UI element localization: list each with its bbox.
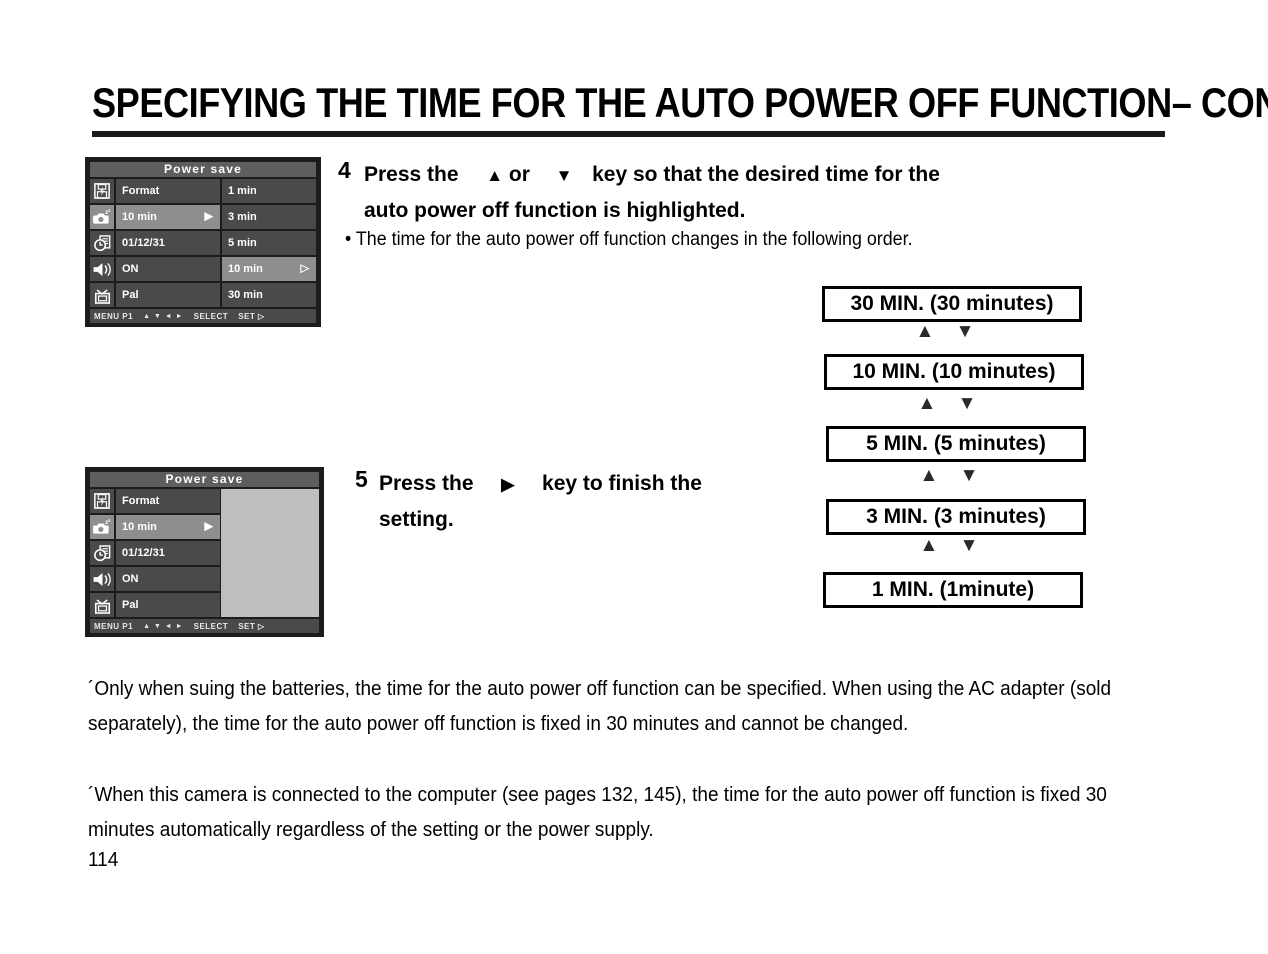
title-divider [92, 131, 1165, 137]
lcd2-title: Power save [90, 472, 319, 487]
lcd2-row0-left[interactable]: Format [115, 488, 221, 514]
flow-connector-1-icon: ▲ ▼ [915, 321, 983, 342]
lcd1-row3-right-label: 10 min [228, 263, 263, 275]
lcd2-status-select: SELECT [193, 621, 229, 631]
lcd2-row2-left[interactable]: 01/12/31 [115, 540, 221, 566]
step4-line1: Press the ▲ or ▼ key so that the desired… [364, 157, 940, 194]
lcd2-left-column: Format 10 min ▶ 01/12/31 ON Pal [115, 488, 221, 618]
lcd2-icon-column: z z [89, 488, 115, 618]
lcd1-row1-left-label: 10 min [122, 211, 157, 223]
flow-item-30min: 30 MIN. (30 minutes) [822, 286, 1082, 322]
step4-line2: auto power off function is highlighted. [364, 199, 746, 222]
lcd2-row0-left-label: Format [122, 495, 160, 507]
up-arrow-icon: ▲ [486, 166, 504, 185]
step4-line1-or: or [508, 163, 530, 186]
flow-connector-3-icon: ▲ ▼ [919, 465, 987, 486]
lcd2-row3-left[interactable]: ON [115, 566, 221, 592]
lcd2-status-menu: MENU P1 [94, 621, 134, 631]
lcd1-row3-left[interactable]: ON [115, 256, 221, 282]
down-arrow-icon: ▼ [555, 166, 573, 185]
step4-number: 4 [338, 157, 351, 183]
lcd1-row0-right[interactable]: 1 min [221, 178, 317, 204]
camera-sleep-icon: z z [89, 204, 115, 230]
lcd1-row4-right[interactable]: 30 min [221, 282, 317, 308]
step5-line1-part-a: Press the [379, 472, 474, 495]
step5-number: 5 [355, 466, 368, 492]
lcd1-row3-right[interactable]: 10 min ▷ [221, 256, 317, 282]
lcd2-row1-left-arrow-icon: ▶ [204, 520, 213, 533]
format-disk-icon [89, 178, 115, 204]
lcd1-row0-left[interactable]: Format [115, 178, 221, 204]
flow-connector-2-icon: ▲ ▼ [917, 393, 985, 414]
clock-card-icon [89, 230, 115, 256]
step5-line1-part-b: key to finish the [542, 472, 702, 495]
step5-line1: Press the ▶ key to finish the [379, 466, 702, 503]
lcd2-row2-left-label: 01/12/31 [122, 547, 165, 559]
lcd1-row1-right[interactable]: 3 min [221, 204, 317, 230]
lcd1-row3-right-arrow-icon: ▷ [300, 262, 309, 275]
lcd1-row2-left[interactable]: 01/12/31 [115, 230, 221, 256]
step4-line1-part-a: Press the [364, 163, 459, 186]
svg-text:z: z [108, 518, 111, 523]
camera-sleep-icon: z z [89, 514, 115, 540]
lcd1-body: z z Format 10 min ▶ 01/12/31 ON Pal 1 mi… [89, 178, 317, 308]
lcd2-row1-left[interactable]: 10 min ▶ [115, 514, 221, 540]
lcd2-row1-left-label: 10 min [122, 521, 157, 533]
lcd1-status-set: SET ▷ [238, 311, 265, 321]
step5-line2: setting. [379, 508, 454, 531]
lcd1-row1-left-arrow-icon: ▶ [204, 210, 213, 223]
speaker-icon [89, 566, 115, 592]
flow-item-5min: 5 MIN. (5 minutes) [826, 426, 1086, 462]
right-arrow-icon: ▶ [501, 475, 515, 494]
lcd-screenshot-step4: Power save z z Format 10 min ▶ 01/12/31 … [85, 157, 321, 327]
lcd1-row4-left[interactable]: Pal [115, 282, 221, 308]
lcd1-row2-right-label: 5 min [228, 237, 257, 249]
step4-line1-part-c: key so that the desired time for the [592, 163, 940, 186]
lcd1-row2-left-label: 01/12/31 [122, 237, 165, 249]
step4-bullet-note: • The time for the auto power off functi… [345, 229, 913, 250]
lcd-screenshot-step5: Power save z z Format 10 min ▶ 01/12/31 … [85, 467, 324, 637]
lcd1-icon-column: z z [89, 178, 115, 308]
lcd1-row1-left[interactable]: 10 min ▶ [115, 204, 221, 230]
lcd1-row4-left-label: Pal [122, 289, 139, 301]
lcd1-status-select: SELECT [193, 311, 229, 321]
lcd1-left-column: Format 10 min ▶ 01/12/31 ON Pal [115, 178, 221, 308]
flow-item-1min: 1 MIN. (1minute) [823, 572, 1083, 608]
speaker-icon [89, 256, 115, 282]
lcd2-row4-left-label: Pal [122, 599, 139, 611]
svg-text:z: z [108, 208, 111, 213]
clock-card-icon [89, 540, 115, 566]
lcd2-status-arrows-icon: ▲ ▼ ◄ ► [143, 622, 184, 630]
format-disk-icon [89, 488, 115, 514]
lcd1-status-bar: MENU P1 ▲ ▼ ◄ ► SELECT SET ▷ [90, 309, 316, 323]
lcd2-blank-panel [221, 489, 319, 617]
lcd2-status-bar: MENU P1 ▲ ▼ ◄ ► SELECT SET ▷ [90, 619, 319, 633]
lcd1-row3-left-label: ON [122, 263, 139, 275]
tv-icon [89, 282, 115, 308]
lcd-inner-1: Power save z z Format 10 min ▶ 01/12/31 … [89, 161, 317, 323]
lcd1-right-column: 1 min 3 min 5 min 10 min ▷ 30 min [221, 178, 317, 308]
note-battery-ac-adapter: ´Only when suing the batteries, the time… [88, 678, 1112, 735]
page-number: 114 [88, 849, 119, 871]
page-title: SPECIFYING THE TIME FOR THE AUTO POWER O… [92, 79, 1268, 126]
flow-item-3min: 3 MIN. (3 minutes) [826, 499, 1086, 535]
lcd2-body: z z Format 10 min ▶ 01/12/31 ON Pal [89, 488, 320, 618]
lcd1-row2-right[interactable]: 5 min [221, 230, 317, 256]
flow-connector-4-icon: ▲ ▼ [919, 535, 987, 556]
lcd-inner-2: Power save z z Format 10 min ▶ 01/12/31 … [89, 471, 320, 633]
tv-icon [89, 592, 115, 618]
lcd1-row4-right-label: 30 min [228, 289, 263, 301]
lcd1-row0-left-label: Format [122, 185, 160, 197]
lcd1-title: Power save [90, 162, 316, 177]
lcd2-row4-left[interactable]: Pal [115, 592, 221, 618]
lcd1-row1-right-label: 3 min [228, 211, 257, 223]
lcd1-status-arrows-icon: ▲ ▼ ◄ ► [143, 312, 184, 320]
note-computer-connection: ´When this camera is connected to the co… [88, 784, 1107, 841]
lcd1-row0-right-label: 1 min [228, 185, 257, 197]
flow-item-10min: 10 MIN. (10 minutes) [824, 354, 1084, 390]
lcd2-row3-left-label: ON [122, 573, 139, 585]
lcd2-status-set: SET ▷ [238, 621, 265, 631]
lcd1-status-menu: MENU P1 [94, 311, 134, 321]
